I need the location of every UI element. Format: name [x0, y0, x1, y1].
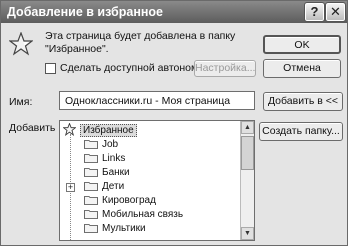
tree-folder-item[interactable]: Дети [84, 180, 124, 193]
offline-checkbox-label[interactable]: Сделать доступной автономно [60, 62, 210, 74]
title-bar: Добавление в избранное [1, 1, 347, 23]
folder-icon [84, 154, 98, 163]
add-to-button[interactable]: Добавить в << [263, 92, 343, 111]
folder-icon [84, 140, 98, 149]
folder-label: Job [102, 139, 119, 150]
tree-folder-item[interactable]: Мультики [84, 222, 146, 235]
tree-folder-item[interactable]: Банки [84, 166, 130, 179]
window-title: Добавление в избранное [7, 5, 164, 19]
close-icon[interactable]: ✕ [325, 2, 346, 22]
scroll-thumb[interactable] [241, 136, 254, 170]
cancel-button[interactable]: Отмена [263, 59, 341, 78]
folder-icon [84, 196, 98, 205]
folder-icon [84, 210, 98, 219]
tree-folder-item[interactable]: Мобильная связь [84, 208, 183, 221]
star-icon [9, 32, 33, 56]
tree-root-label: Избранное [80, 124, 137, 137]
folder-tree[interactable]: Избранное Job Links Банки + Дети Кировог… [59, 120, 255, 241]
name-input[interactable]: Одноклассники.ru - Моя страница [59, 91, 255, 110]
ok-button[interactable]: OK [263, 35, 341, 54]
folder-label: Дети [102, 181, 125, 192]
new-folder-button[interactable]: Создать папку... [259, 122, 343, 141]
name-label: Имя: [9, 96, 33, 108]
add-favorite-dialog: Добавление в избранное ? ✕ Эта страница … [0, 0, 348, 246]
tree-folder-item[interactable]: Job [84, 138, 118, 151]
folder-icon [84, 168, 98, 177]
folder-label: Мобильная связь [102, 209, 184, 220]
offline-checkbox[interactable] [45, 63, 56, 74]
folder-label: Банки [102, 167, 130, 178]
expand-icon[interactable]: + [66, 183, 75, 192]
tree-root-item[interactable]: Избранное [63, 123, 137, 137]
favorites-star-icon [63, 123, 76, 136]
tree-folder-item[interactable]: Кировоград [84, 194, 156, 207]
folder-icon [84, 182, 98, 191]
tree-folder-item[interactable]: Links [84, 152, 125, 165]
scroll-down-icon[interactable]: ▼ [241, 227, 254, 240]
settings-button: Настройка... [194, 60, 256, 77]
tree-scrollbar[interactable]: ▲ ▼ [240, 121, 254, 240]
scroll-up-icon[interactable]: ▲ [241, 121, 254, 134]
folder-label: Кировоград [102, 195, 156, 206]
folder-icon [84, 224, 98, 233]
help-icon[interactable]: ? [304, 2, 325, 22]
info-message: Эта страница будет добавлена в папку "Из… [45, 30, 236, 55]
folder-label: Мультики [102, 223, 146, 234]
folder-label: Links [102, 153, 126, 164]
